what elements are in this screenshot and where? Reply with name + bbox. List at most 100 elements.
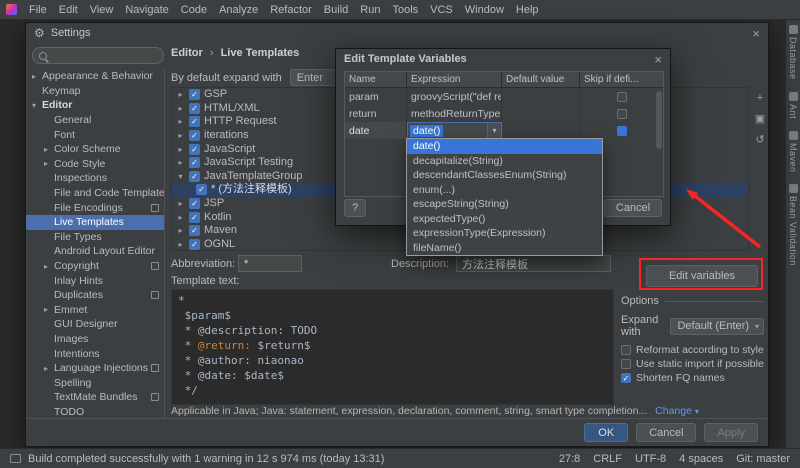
dialog-cancel-button[interactable]: Cancel [604,199,662,217]
sidebar-item-inspections[interactable]: Inspections [26,171,164,186]
dialog-close-icon[interactable]: × [654,52,662,67]
tool-tab-maven[interactable]: Maven [788,130,798,172]
tool-tab-bean-validation[interactable]: Bean Validation [788,184,798,266]
add-icon[interactable]: + [752,91,768,105]
chevron-right-icon[interactable]: ▸ [176,211,185,224]
menu-item-navigate[interactable]: Navigate [119,1,174,19]
sidebar-item-duplicates[interactable]: Duplicates [26,288,164,303]
chevron-right-icon[interactable]: ▸ [176,224,185,237]
tool-windows-icon[interactable] [10,454,21,463]
checkbox-checked-icon[interactable]: ✓ [189,170,200,182]
chevron-right-icon[interactable]: ▸ [176,129,185,142]
status-4-spaces[interactable]: 4 spaces [679,453,723,465]
menu-item-vcs[interactable]: VCS [424,1,459,19]
checkbox-checked-icon[interactable]: ✓ [189,211,200,223]
abbreviation-input[interactable]: * [238,255,302,272]
sidebar-item-file-and-code-templates[interactable]: File and Code Templates [26,186,164,201]
ok-button[interactable]: OK [584,423,629,442]
sidebar-item-spelling[interactable]: Spelling [26,375,164,390]
settings-close-icon[interactable]: × [752,26,760,41]
tool-tab-database[interactable]: Database [788,25,798,80]
dropdown-option-filename[interactable]: fileName() [407,241,602,256]
menu-item-code[interactable]: Code [175,1,213,19]
skip-checkbox[interactable] [616,125,627,136]
option-reformat-according-to-style[interactable]: Reformat according to style [621,344,764,356]
sidebar-item-copyright[interactable]: ▸ Copyright [26,259,164,274]
description-input[interactable]: 方法注释模板 [456,255,611,272]
sidebar-item-language-injections[interactable]: ▸ Language Injections [26,361,164,376]
dropdown-option-escapestring-string[interactable]: escapeString(String) [407,197,602,212]
sidebar-item-file-types[interactable]: File Types [26,230,164,245]
table-scrollbar[interactable] [655,89,662,195]
menu-item-file[interactable]: File [23,1,53,19]
dropdown-option-decapitalize-string[interactable]: decapitalize(String) [407,154,602,169]
template-text-editor[interactable]: * $param$ * @description: TODO * @return… [171,289,614,405]
menu-item-build[interactable]: Build [318,1,354,19]
status-crlf[interactable]: CRLF [593,453,622,465]
column-header-name[interactable]: Name [345,72,407,87]
menu-item-analyze[interactable]: Analyze [213,1,264,19]
edit-variables-button[interactable]: Edit variables [646,265,758,287]
checkbox-unchecked-icon[interactable] [621,345,631,355]
chevron-right-icon[interactable]: ▸ [176,156,185,169]
dropdown-option-date[interactable]: date() [407,139,602,154]
chevron-right-icon[interactable]: ▸ [176,143,185,156]
skip-checkbox[interactable] [616,91,627,102]
combo-arrow-icon[interactable]: ▾ [487,123,501,138]
cancel-button[interactable]: Cancel [636,423,697,442]
status-message[interactable]: Build completed successfully with 1 warn… [28,453,384,465]
checkbox-checked-icon[interactable]: ✓ [189,102,200,114]
chevron-right-icon[interactable]: ▸ [176,197,185,210]
chevron-right-icon[interactable]: ▸ [176,102,185,115]
sidebar-item-editor[interactable]: ▾ Editor [26,98,164,113]
option-use-static-import-if-possible[interactable]: Use static import if possible [621,358,764,370]
settings-search-input[interactable] [32,47,164,64]
skip-checkbox[interactable] [616,108,627,119]
tool-tab-ant[interactable]: Ant [788,91,798,119]
menu-item-run[interactable]: Run [354,1,386,19]
checkbox-checked-icon[interactable]: ✓ [189,116,200,128]
checkbox-checked-icon[interactable]: ✓ [196,184,207,196]
checkbox-checked-icon[interactable]: ✓ [189,157,200,169]
dropdown-option-enum[interactable]: enum(...) [407,183,602,198]
menu-item-help[interactable]: Help [510,1,545,19]
menu-item-edit[interactable]: Edit [53,1,84,19]
sidebar-item-textmate-bundles[interactable]: TextMate Bundles [26,390,164,405]
sidebar-item-android-layout-editor[interactable]: Android Layout Editor [26,244,164,259]
chevron-right-icon[interactable]: ▸ [176,115,185,128]
chevron-right-icon[interactable]: ▸ [176,88,185,101]
help-button[interactable]: ? [344,199,366,217]
sidebar-item-emmet[interactable]: ▸ Emmet [26,303,164,318]
column-header-default-value[interactable]: Default value [502,72,580,87]
sidebar-item-code-style[interactable]: ▸ Code Style [26,157,164,172]
checkbox-checked-icon[interactable]: ✓ [621,373,631,383]
expand-with-select[interactable]: Default (Enter) ▾ [670,317,764,335]
breadcrumb-editor[interactable]: Editor [171,47,203,59]
menu-item-view[interactable]: View [84,1,120,19]
sidebar-item-file-encodings[interactable]: File Encodings [26,200,164,215]
chevron-down-icon[interactable]: ▾ [176,170,185,183]
sidebar-item-live-templates[interactable]: Live Templates [26,214,164,230]
sidebar-item-intentions[interactable]: Intentions [26,346,164,361]
dropdown-option-descendantclassesenum-string[interactable]: descendantClassesEnum(String) [407,168,602,183]
menu-item-refactor[interactable]: Refactor [264,1,318,19]
dropdown-option-expectedtype[interactable]: expectedType() [407,212,602,227]
sidebar-item-color-scheme[interactable]: ▸ Color Scheme [26,142,164,157]
status-git-master[interactable]: Git: master [736,453,790,465]
sidebar-item-images[interactable]: Images [26,332,164,347]
restore-icon[interactable]: ↺ [752,133,768,147]
column-header-expression[interactable]: Expression [407,72,502,87]
sidebar-item-keymap[interactable]: Keymap [26,84,164,99]
sidebar-item-appearance-behavior[interactable]: ▸ Appearance & Behavior [26,69,164,84]
checkbox-unchecked-icon[interactable] [621,359,631,369]
scrollbar-thumb[interactable] [656,91,662,149]
vars-table-row[interactable]: return methodReturnType() [345,105,663,122]
checkbox-checked-icon[interactable]: ✓ [189,143,200,155]
sidebar-item-font[interactable]: Font [26,127,164,142]
checkbox-checked-icon[interactable]: ✓ [189,225,200,237]
checkbox-checked-icon[interactable]: ✓ [189,198,200,210]
checkbox-checked-icon[interactable]: ✓ [189,130,200,142]
sidebar-item-inlay-hints[interactable]: Inlay Hints [26,273,164,288]
sidebar-item-todo[interactable]: TODO [26,405,164,418]
menu-item-tools[interactable]: Tools [386,1,424,19]
